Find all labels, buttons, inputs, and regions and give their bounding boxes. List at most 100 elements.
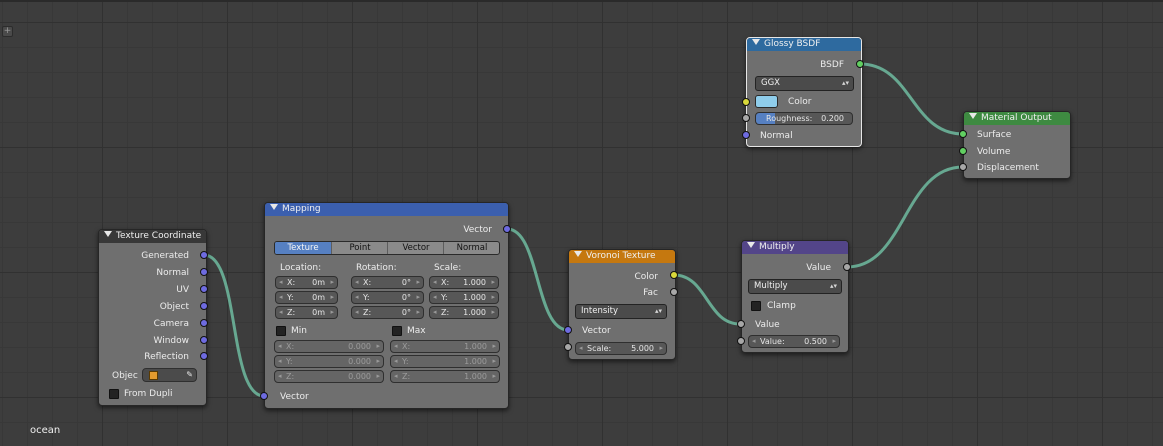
material-name-label: ocean bbox=[30, 425, 61, 436]
node-header[interactable]: Voronoi Texture bbox=[569, 250, 675, 263]
location-z-field[interactable]: ◂ Z: 0m ▸ bbox=[275, 306, 338, 319]
color-swatch[interactable] bbox=[755, 95, 778, 108]
tab-texture[interactable]: Texture bbox=[275, 242, 331, 254]
input-vector-label: Vector bbox=[280, 392, 309, 402]
socket-window[interactable] bbox=[200, 336, 208, 344]
min-checkbox[interactable] bbox=[276, 326, 286, 336]
socket-normal[interactable] bbox=[200, 268, 208, 276]
socket-voronoi-in-vector[interactable] bbox=[564, 326, 572, 334]
scale-field[interactable]: ◂ Scale: 5.000 ▸ bbox=[575, 342, 667, 355]
output-reflection: Reflection bbox=[144, 352, 189, 362]
min-x-field[interactable]: ◂ X: 0.000 ▸ bbox=[274, 340, 384, 353]
socket-camera[interactable] bbox=[200, 319, 208, 327]
output-window: Window bbox=[153, 336, 190, 346]
node-header[interactable]: Glossy BSDF bbox=[747, 38, 861, 51]
tab-point[interactable]: Point bbox=[331, 242, 388, 254]
location-y-field[interactable]: ◂ Y: 0m ▸ bbox=[275, 291, 338, 304]
node-title: Glossy BSDF bbox=[764, 39, 821, 49]
distribution-dropdown[interactable]: GGX ▴▾ bbox=[755, 76, 854, 91]
node-title: Voronoi Texture bbox=[586, 251, 656, 261]
node-title: Texture Coordinate bbox=[116, 231, 202, 241]
from-dupli-checkbox[interactable] bbox=[109, 389, 119, 399]
collapse-triangle-icon[interactable] bbox=[747, 242, 755, 248]
object-field[interactable]: ✎ bbox=[142, 368, 197, 382]
socket-output-volume[interactable] bbox=[959, 147, 967, 155]
scale-label: Scale: bbox=[434, 263, 462, 273]
glossy-bsdf-node[interactable]: Glossy BSDF BSDF GGX ▴▾ Color Roughness: 0… bbox=[746, 37, 862, 147]
link-generated-to-mapping bbox=[203, 253, 265, 398]
rotation-y-field[interactable]: ◂ Y: 0° ▸ bbox=[351, 291, 424, 304]
socket-multiply-out-value[interactable] bbox=[843, 263, 851, 271]
value-field[interactable]: ◂ Value: 0.500 ▸ bbox=[748, 335, 840, 348]
collapse-triangle-icon[interactable] bbox=[104, 231, 112, 237]
input-vector-label: Vector bbox=[582, 326, 611, 336]
node-title: Multiply bbox=[759, 242, 795, 252]
collapse-triangle-icon[interactable] bbox=[969, 113, 977, 119]
rotation-label: Rotation: bbox=[356, 263, 397, 273]
output-camera: Camera bbox=[153, 319, 189, 329]
socket-output-displacement[interactable] bbox=[959, 163, 967, 171]
node-header[interactable]: Material Output bbox=[964, 112, 1070, 125]
min-z-field[interactable]: ◂ Z: 0.000 ▸ bbox=[274, 370, 384, 383]
input-value-label: Value bbox=[755, 320, 780, 330]
tab-vector[interactable]: Vector bbox=[387, 242, 444, 254]
min-y-field[interactable]: ◂ Y: 0.000 ▸ bbox=[274, 355, 384, 368]
collapse-triangle-icon[interactable] bbox=[574, 251, 582, 257]
mapping-node[interactable]: Mapping Vector Texture Point Vector Norm… bbox=[264, 202, 509, 409]
collapse-triangle-icon[interactable] bbox=[752, 39, 760, 45]
coloring-dropdown[interactable]: Intensity ▴▾ bbox=[575, 304, 667, 319]
location-label: Location: bbox=[280, 263, 322, 273]
input-volume-label: Volume bbox=[977, 147, 1011, 157]
max-x-field[interactable]: ◂ X: 1.000 ▸ bbox=[390, 340, 500, 353]
node-header[interactable]: Mapping bbox=[265, 203, 508, 216]
socket-glossy-in-normal[interactable] bbox=[742, 131, 750, 139]
max-y-field[interactable]: ◂ Y: 1.000 ▸ bbox=[390, 355, 500, 368]
link-voronoi-to-multiply bbox=[673, 273, 741, 326]
node-header[interactable]: Multiply bbox=[742, 241, 848, 254]
output-uv: UV bbox=[176, 285, 189, 295]
socket-glossy-in-color[interactable] bbox=[742, 98, 750, 106]
material-output-node[interactable]: Material Output Surface Volume Displacem… bbox=[963, 111, 1071, 179]
scale-x-field[interactable]: ◂ X: 1.000 ▸ bbox=[429, 276, 499, 289]
max-z-field[interactable]: ◂ Z: 1.000 ▸ bbox=[390, 370, 500, 383]
socket-voronoi-in-scale[interactable] bbox=[564, 343, 572, 351]
eyedropper-icon[interactable]: ✎ bbox=[186, 369, 193, 380]
socket-object[interactable] bbox=[200, 302, 208, 310]
link-mapping-to-voronoi bbox=[506, 227, 569, 332]
texture-coordinate-node[interactable]: Texture Coordinate Generated Normal UV O… bbox=[98, 229, 207, 406]
node-title: Mapping bbox=[282, 204, 321, 214]
socket-reflection[interactable] bbox=[200, 352, 208, 360]
socket-mapping-out-vector[interactable] bbox=[503, 225, 511, 233]
scale-y-field[interactable]: ◂ Y: 1.000 ▸ bbox=[429, 291, 499, 304]
node-editor[interactable]: + Texture Coordinate Generated Normal UV… bbox=[0, 0, 1163, 446]
multiply-node[interactable]: Multiply Value Multiply ▴▾ Clamp Value ◂ V… bbox=[741, 240, 849, 353]
socket-glossy-in-roughness[interactable] bbox=[742, 114, 750, 122]
max-checkbox[interactable] bbox=[392, 326, 402, 336]
output-generated: Generated bbox=[141, 251, 189, 261]
tab-normal[interactable]: Normal bbox=[443, 242, 499, 254]
socket-multiply-in-value2[interactable] bbox=[737, 337, 745, 345]
input-displacement-label: Displacement bbox=[977, 163, 1039, 173]
mapping-type-tabs[interactable]: Texture Point Vector Normal bbox=[274, 241, 500, 255]
socket-mapping-in-vector[interactable] bbox=[260, 392, 268, 400]
output-fac-label: Fac bbox=[643, 288, 658, 298]
socket-generated[interactable] bbox=[200, 251, 208, 259]
socket-output-surface[interactable] bbox=[959, 130, 967, 138]
collapse-triangle-icon[interactable] bbox=[270, 204, 278, 210]
rotation-z-field[interactable]: ◂ Z: 0° ▸ bbox=[351, 306, 424, 319]
output-color-label: Color bbox=[634, 272, 659, 282]
voronoi-texture-node[interactable]: Voronoi Texture Color Fac Intensity ▴▾ Ve… bbox=[568, 249, 676, 360]
operation-dropdown[interactable]: Multiply ▴▾ bbox=[748, 279, 842, 294]
socket-multiply-in-value1[interactable] bbox=[737, 320, 745, 328]
node-header[interactable]: Texture Coordinate bbox=[99, 230, 206, 243]
socket-voronoi-out-fac[interactable] bbox=[670, 288, 678, 296]
socket-voronoi-out-color[interactable] bbox=[670, 271, 678, 279]
scale-z-field[interactable]: ◂ Z: 1.000 ▸ bbox=[429, 306, 499, 319]
roughness-slider[interactable]: Roughness: 0.200 bbox=[755, 112, 853, 125]
node-title: Material Output bbox=[981, 113, 1052, 123]
clamp-checkbox[interactable] bbox=[751, 301, 761, 311]
rotation-x-field[interactable]: ◂ X: 0° ▸ bbox=[351, 276, 424, 289]
socket-uv[interactable] bbox=[200, 285, 208, 293]
location-x-field[interactable]: ◂ X: 0m ▸ bbox=[275, 276, 338, 289]
socket-glossy-out-bsdf[interactable] bbox=[856, 60, 864, 68]
